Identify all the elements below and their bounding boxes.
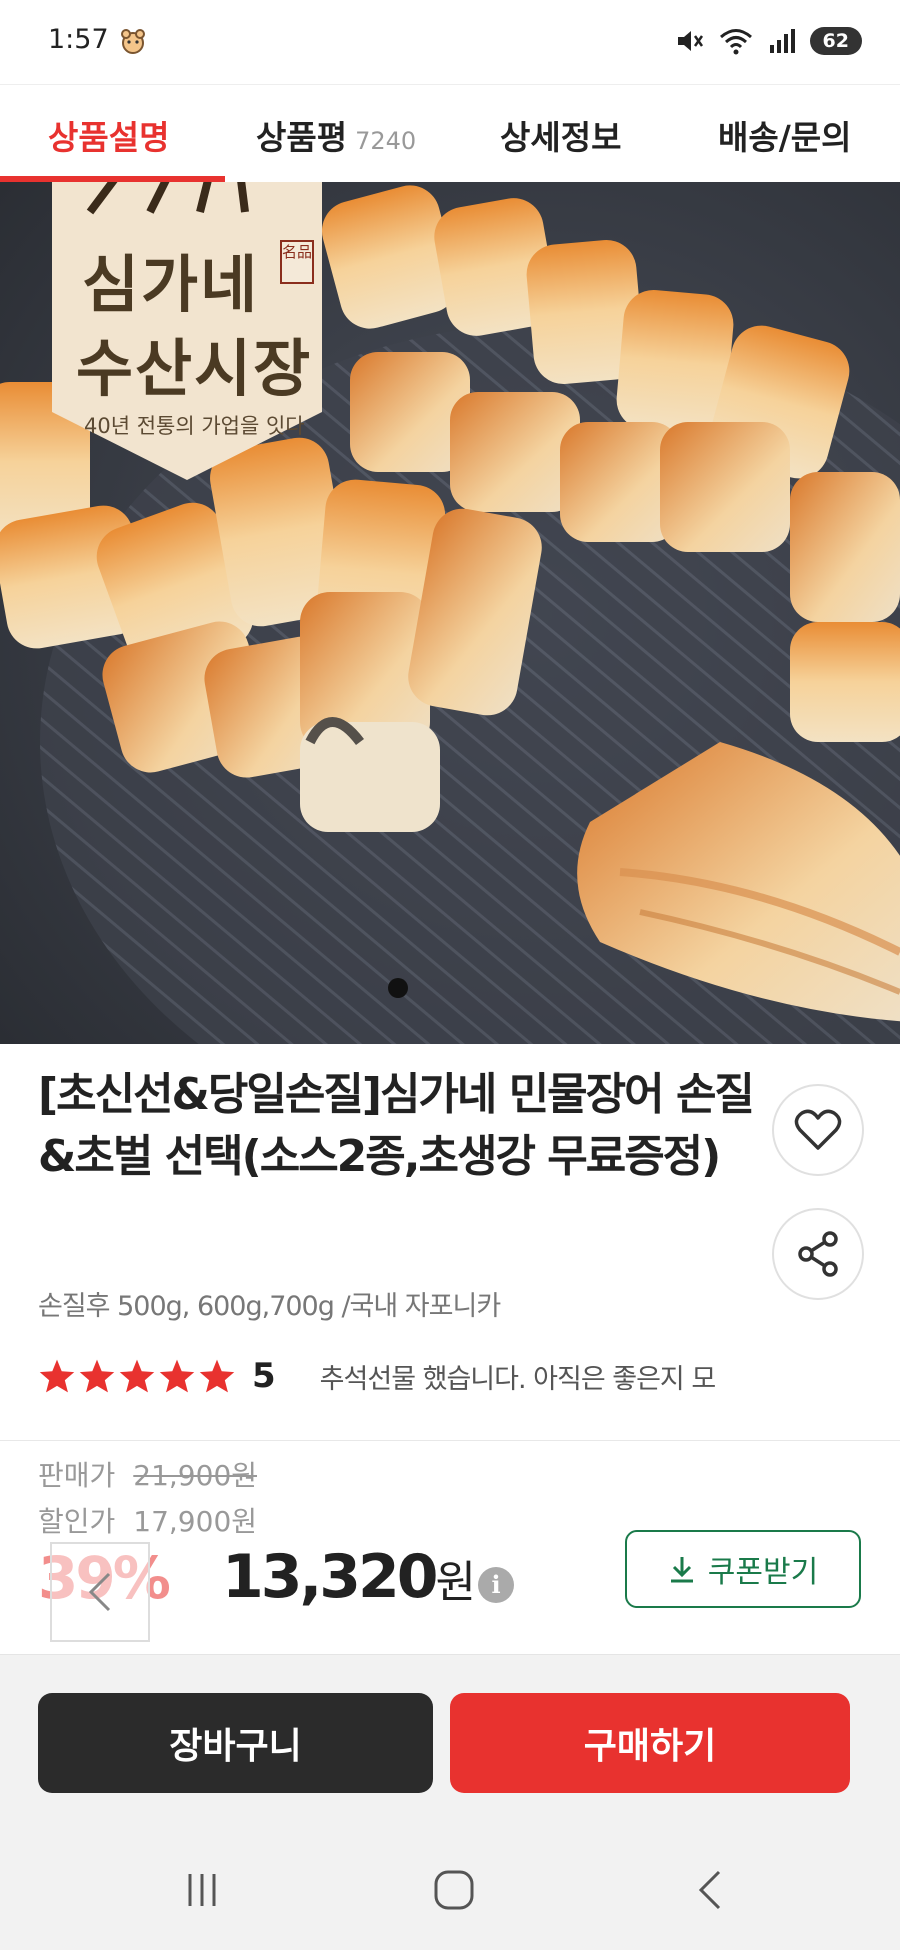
star-icon — [119, 1359, 155, 1393]
tab-label: 배송/문의 — [718, 118, 852, 157]
discount-price-label: 할인가 — [38, 1505, 116, 1538]
review-snippet[interactable]: 추석선물 했습니다. 아직은 좋은지 모 — [320, 1357, 717, 1396]
chevron-left-icon — [88, 1572, 111, 1612]
final-price-currency: 원 — [435, 1557, 477, 1608]
discount-price: 17,900원 — [133, 1505, 258, 1538]
wishlist-button[interactable] — [772, 1084, 864, 1176]
discount-price-row: 할인가 17,900원 — [38, 1500, 257, 1540]
share-icon — [798, 1231, 838, 1277]
section-divider — [0, 1440, 900, 1441]
star-icon — [199, 1359, 235, 1393]
banner-title-line2: 수산시장 — [76, 332, 313, 405]
coupon-label: 쿠폰받기 — [707, 1555, 819, 1590]
mute-icon — [677, 31, 703, 51]
price-info-icon[interactable]: i — [478, 1567, 514, 1603]
sale-price-label: 판매가 — [38, 1459, 116, 1492]
pet-icon — [121, 29, 145, 54]
tab-shipping-inquiry[interactable]: 배송/문의 — [718, 111, 852, 159]
product-image-carousel[interactable]: 심가네 수산시장 40년 전통의 가업을 잇다 名品 — [0, 182, 900, 1044]
signal-icon — [769, 29, 795, 53]
wifi-icon — [719, 29, 752, 55]
final-price: 13,320원 — [222, 1542, 476, 1612]
star-icon — [159, 1359, 195, 1393]
home-icon — [434, 1870, 474, 1910]
rating-summary[interactable]: 5 추석선물 했습니다. 아직은 좋은지 모 — [38, 1356, 717, 1396]
tab-label: 상품평 — [256, 118, 348, 157]
banner-subtitle: 40년 전통의 가업을 잇다 — [84, 414, 305, 438]
download-icon — [670, 1557, 693, 1583]
back-icon — [698, 1870, 721, 1910]
carousel-page-dot — [388, 978, 408, 998]
banner-title-line1: 심가네 — [82, 248, 260, 321]
tab-description[interactable]: 상품설명 — [48, 111, 169, 159]
star-icon — [39, 1359, 75, 1393]
review-count: 7240 — [355, 127, 417, 155]
heart-icon — [794, 1109, 842, 1150]
star-icon — [79, 1359, 115, 1393]
tab-label: 상세정보 — [500, 118, 622, 157]
recent-apps-icon — [188, 1874, 216, 1906]
product-option-summary: 손질후 500g, 600g,700g /국내 자포니카 — [38, 1291, 501, 1322]
tab-details[interactable]: 상세정보 — [500, 111, 621, 159]
purchase-action-bar: 장바구니 구매하기 — [0, 1654, 900, 1830]
final-price-amount: 13,320 — [222, 1542, 439, 1612]
star-rating — [38, 1358, 236, 1394]
active-tab-indicator — [0, 176, 225, 182]
original-price: 21,900원 — [133, 1459, 258, 1492]
floating-back-button[interactable] — [50, 1542, 150, 1642]
tab-label: 상품설명 — [48, 118, 170, 157]
rating-score: 5 — [252, 1356, 276, 1396]
tab-reviews[interactable]: 상품평 7240 — [256, 111, 416, 159]
share-button[interactable] — [772, 1208, 864, 1300]
buy-now-button[interactable]: 구매하기 — [450, 1693, 850, 1793]
battery-icon: 62 — [809, 27, 862, 55]
home-button[interactable] — [424, 1862, 484, 1918]
add-to-cart-button[interactable]: 장바구니 — [38, 1693, 433, 1793]
sale-price-row: 판매가 21,900원 — [38, 1454, 257, 1494]
coupon-download-button[interactable]: 쿠폰받기 — [625, 1530, 861, 1608]
recent-apps-button[interactable] — [172, 1862, 232, 1918]
status-time: 1:57 — [48, 24, 109, 55]
back-button[interactable] — [680, 1862, 740, 1918]
status-bar: 1:57 62 — [0, 0, 900, 84]
product-tab-bar: 상품설명 상품평 7240 상세정보 배송/문의 — [0, 84, 900, 184]
system-navigation-bar — [0, 1830, 900, 1950]
banner-seal-stamp: 名品 — [280, 240, 314, 284]
product-title: [초신선&당일손질]심가네 민물장어 손질&초벌 선택(소스2종,초생강 무료증… — [38, 1069, 755, 1182]
